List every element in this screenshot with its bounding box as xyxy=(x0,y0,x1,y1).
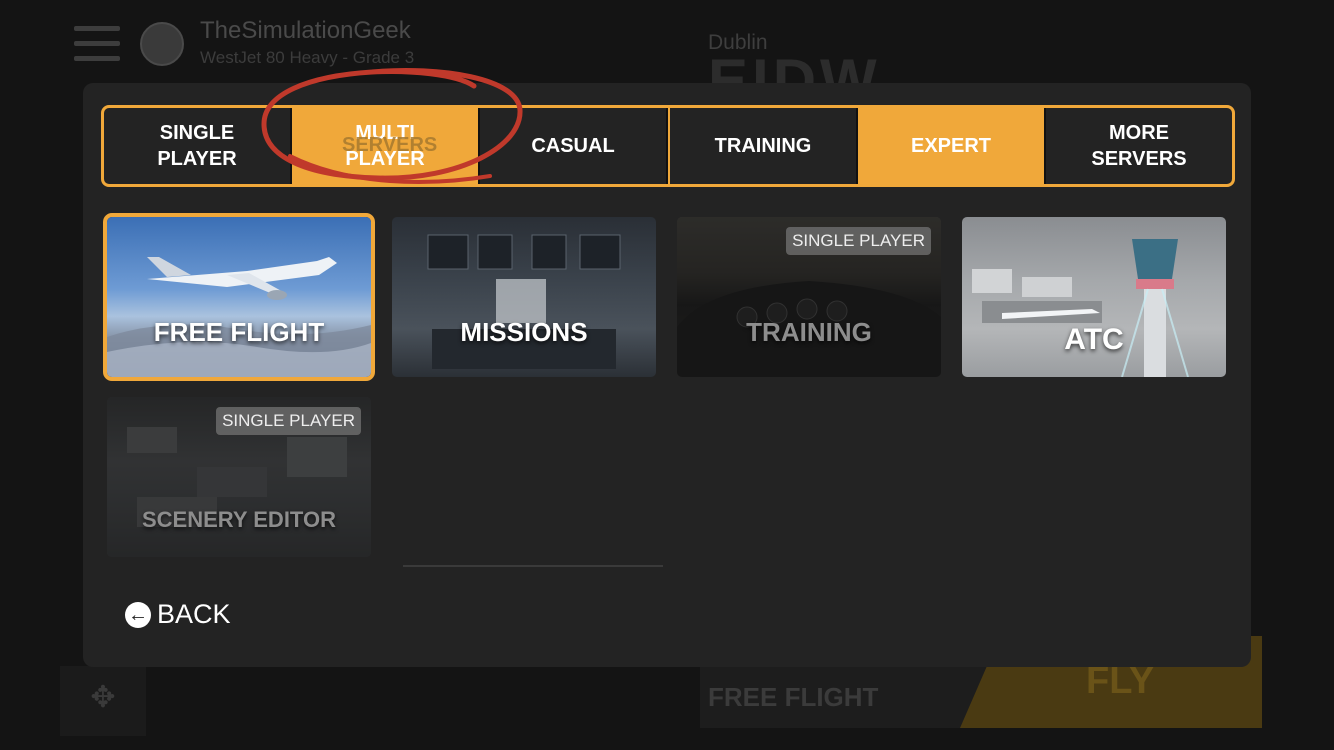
tab-more-servers-line2: SERVERS xyxy=(1091,148,1187,170)
tab-more-servers-line1: MORE xyxy=(1108,122,1169,144)
tab-training-label: TRAINING xyxy=(714,135,812,157)
tab-single-player-line2: PLAYER xyxy=(157,148,237,170)
move-icon: ✥ xyxy=(60,666,146,736)
tab-single-player[interactable]: SINGLE PLAYER xyxy=(104,108,292,184)
tab-casual[interactable]: CASUAL xyxy=(480,108,668,184)
tab-expert-label: EXPERT xyxy=(910,135,992,157)
server-tabbar: SINGLE PLAYER MULTI PLAYER SERVERS CASUAL … xyxy=(101,105,1235,187)
back-label: BACK xyxy=(157,599,231,629)
background-header: TheSimulationGeek WestJet 80 Heavy - Gra… xyxy=(0,0,1334,114)
user-name: TheSimulationGeek xyxy=(200,17,411,44)
free-flight-image xyxy=(107,217,371,377)
tab-more-servers[interactable]: MORE SERVERS xyxy=(1046,108,1232,184)
mode-card-training[interactable]: SINGLE PLAYER TRAINING xyxy=(677,217,941,377)
mode-card-atc[interactable]: ATC xyxy=(962,217,1226,377)
arrow-left-icon: ← xyxy=(125,601,151,628)
tab-multi-player[interactable]: MULTI PLAYER SERVERS xyxy=(292,108,480,184)
tab-single-player-line1: SINGLE xyxy=(159,122,235,144)
background-mode-label: FREE FLIGHT xyxy=(708,682,879,712)
scenery-editor-single-player-badge: SINGLE PLAYER xyxy=(216,407,361,435)
tab-training[interactable]: TRAINING xyxy=(668,108,858,184)
mode-card-free-flight-label: FREE FLIGHT xyxy=(153,317,325,347)
mode-card-missions-label: MISSIONS xyxy=(460,317,588,347)
tab-casual-label: CASUAL xyxy=(531,135,615,157)
mode-card-missions[interactable]: MISSIONS xyxy=(392,217,656,377)
missions-image xyxy=(392,217,656,377)
mode-card-scenery-editor[interactable]: SINGLE PLAYER SCENERY EDITOR xyxy=(107,397,371,557)
back-button[interactable]: ← BACK xyxy=(125,599,231,630)
aircraft-name: WestJet 80 Heavy - Grade 3 xyxy=(200,48,415,67)
mode-card-free-flight[interactable]: FREE FLIGHT xyxy=(103,213,375,381)
mode-select-modal: SINGLE PLAYER MULTI PLAYER SERVERS CASUAL … xyxy=(83,83,1251,667)
tab-expert[interactable]: EXPERT xyxy=(858,108,1046,184)
training-single-player-badge: SINGLE PLAYER xyxy=(786,227,931,255)
mode-card-scenery-editor-label: SCENERY EDITOR xyxy=(142,507,336,532)
scroll-indicator[interactable] xyxy=(403,565,663,567)
avatar xyxy=(140,22,184,66)
mode-card-training-label: TRAINING xyxy=(746,317,872,347)
tab-servers-overlay: SERVERS xyxy=(342,134,438,156)
menu-icon[interactable] xyxy=(74,26,120,62)
mode-card-atc-label: ATC xyxy=(1064,323,1124,356)
airplane-icon xyxy=(107,257,371,377)
